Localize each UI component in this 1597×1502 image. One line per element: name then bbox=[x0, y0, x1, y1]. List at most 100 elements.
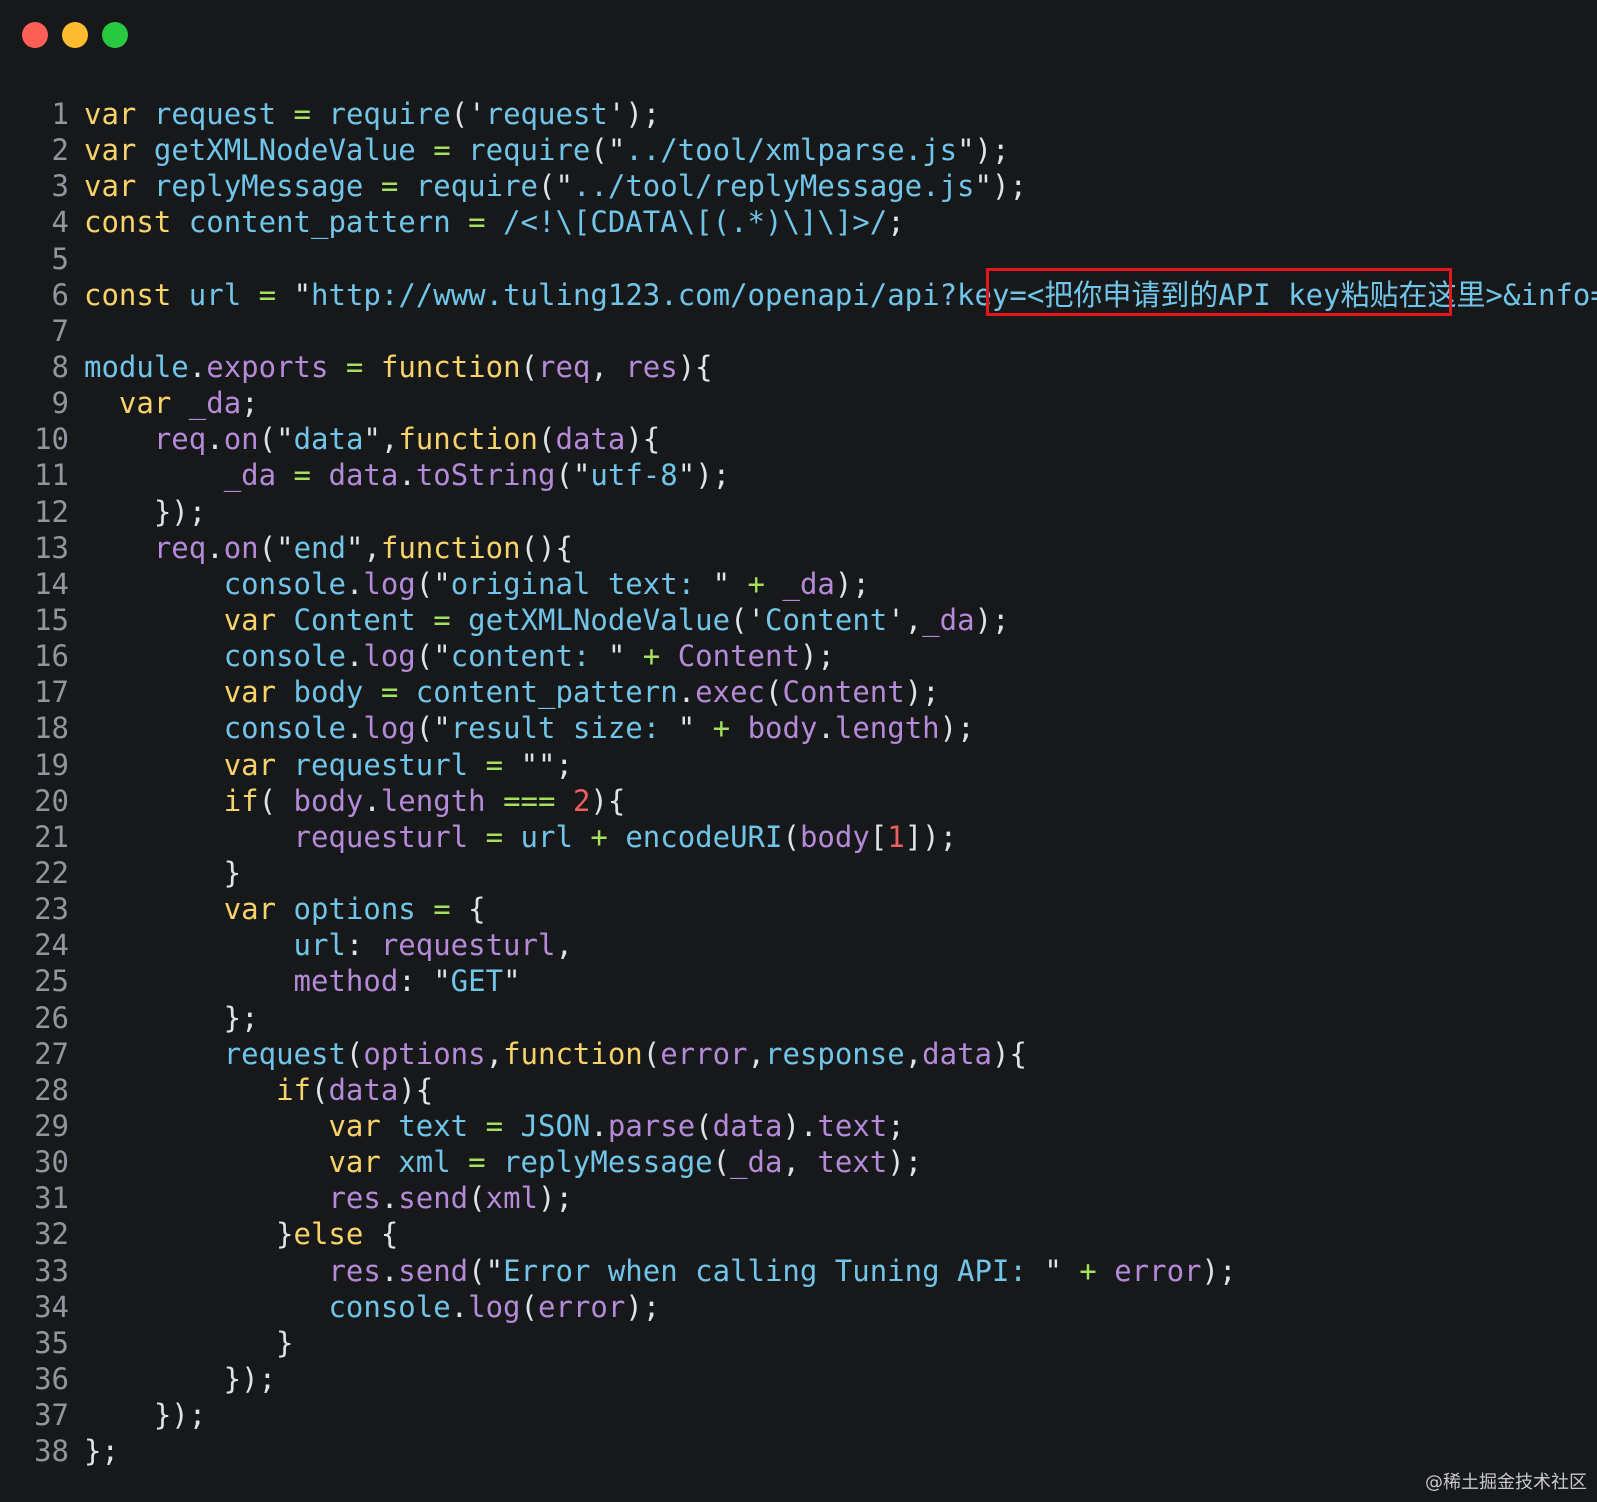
code-token: /<!\[CDATA\[(.*)\]\]>/ bbox=[503, 205, 888, 240]
code-token: data bbox=[712, 1108, 783, 1143]
code-token: " bbox=[276, 422, 294, 457]
code-token: log bbox=[363, 711, 416, 746]
close-button[interactable] bbox=[22, 22, 48, 48]
code-text: }else { bbox=[84, 1216, 398, 1252]
code-line: 38}; bbox=[0, 1433, 1597, 1469]
code-token: " bbox=[555, 169, 573, 204]
code-token: . bbox=[817, 711, 835, 746]
code-token: Content bbox=[293, 602, 416, 637]
code-token: ; bbox=[555, 747, 573, 782]
line-number: 8 bbox=[51, 349, 69, 384]
code-token: content_pattern bbox=[188, 205, 451, 240]
line-number: 36 bbox=[34, 1361, 69, 1396]
code-token: url bbox=[520, 819, 573, 854]
line-number: 6 bbox=[51, 277, 69, 312]
line-number: 32 bbox=[34, 1217, 69, 1252]
zoom-button[interactable] bbox=[102, 22, 128, 48]
code-line: 17 var body = content_pattern.exec(Conte… bbox=[0, 674, 1597, 710]
line-number: 20 bbox=[34, 783, 69, 818]
code-token: " bbox=[503, 964, 521, 999]
code-token: 2 bbox=[572, 783, 591, 818]
code-token: (){ bbox=[520, 530, 573, 565]
code-token: = bbox=[468, 1145, 486, 1180]
code-line: 32 }else { bbox=[0, 1216, 1597, 1252]
code-token: ); bbox=[991, 169, 1027, 204]
code-token: ); bbox=[974, 133, 1010, 168]
code-token: = bbox=[485, 1108, 504, 1143]
code-line: 30 var xml = replyMessage(_da, text); bbox=[0, 1144, 1597, 1180]
code-token: var bbox=[84, 169, 137, 204]
code-token: _da bbox=[730, 1145, 783, 1180]
code-token: . bbox=[345, 711, 364, 746]
code-token: ( bbox=[538, 169, 556, 204]
line-number: 16 bbox=[34, 639, 69, 674]
line-number: 27 bbox=[34, 1036, 69, 1071]
code-token: " bbox=[433, 964, 451, 999]
code-token: console bbox=[223, 566, 346, 601]
code-token: = bbox=[380, 169, 399, 204]
code-token: = bbox=[258, 277, 277, 312]
line-number: 15 bbox=[34, 602, 69, 637]
code-token: ); bbox=[939, 711, 975, 746]
line-number: 10 bbox=[34, 422, 69, 457]
code-token: " bbox=[276, 530, 294, 565]
code-token: var bbox=[84, 97, 137, 131]
code-text: var text = JSON.parse(data).text; bbox=[84, 1108, 904, 1144]
code-token: , bbox=[590, 349, 626, 384]
code-token: exports bbox=[206, 349, 329, 384]
minimize-button[interactable] bbox=[62, 22, 88, 48]
code-token: ); bbox=[695, 458, 731, 493]
code-token: data bbox=[293, 422, 364, 457]
code-token: === bbox=[503, 783, 556, 818]
code-token: xml bbox=[398, 1145, 451, 1180]
line-number: 7 bbox=[51, 313, 69, 348]
line-number: 38 bbox=[34, 1434, 69, 1469]
code-token: = bbox=[293, 97, 312, 131]
code-token: var bbox=[328, 1108, 381, 1143]
code-text: }); bbox=[84, 1361, 276, 1397]
code-token: require bbox=[468, 133, 591, 168]
code-token: req bbox=[538, 349, 591, 384]
code-token: ); bbox=[834, 566, 870, 601]
code-text: }; bbox=[84, 1000, 259, 1036]
code-token: ( bbox=[310, 1072, 329, 1107]
code-token: ( bbox=[415, 639, 434, 674]
code-text: request(options,function(error,response,… bbox=[84, 1036, 1027, 1072]
code-token: request bbox=[485, 97, 608, 131]
code-token: + bbox=[642, 639, 661, 674]
code-line: 37 }); bbox=[0, 1397, 1597, 1433]
code-token: var bbox=[328, 1145, 381, 1180]
code-line: 22 } bbox=[0, 855, 1597, 891]
code-token: ( bbox=[730, 602, 748, 637]
code-token: ){ bbox=[590, 783, 626, 818]
line-number: 26 bbox=[34, 1000, 69, 1035]
code-line: 25 method: "GET" bbox=[0, 963, 1597, 999]
code-token: ); bbox=[799, 639, 835, 674]
code-token: _da bbox=[223, 458, 277, 493]
code-token: }); bbox=[84, 1361, 277, 1396]
code-line: 28 if(data){ bbox=[0, 1072, 1597, 1108]
code-token: request bbox=[153, 97, 277, 131]
code-token: req bbox=[153, 530, 207, 565]
code-token: } bbox=[84, 1217, 294, 1252]
code-token: = bbox=[433, 133, 451, 168]
code-token: console bbox=[328, 1289, 451, 1324]
code-token: ' bbox=[887, 602, 905, 637]
code-text: module.exports = function(req, res){ bbox=[84, 349, 713, 385]
code-line: 10 req.on("data",function(data){ bbox=[0, 421, 1597, 457]
code-line: 19 var requesturl = ""; bbox=[0, 747, 1597, 783]
